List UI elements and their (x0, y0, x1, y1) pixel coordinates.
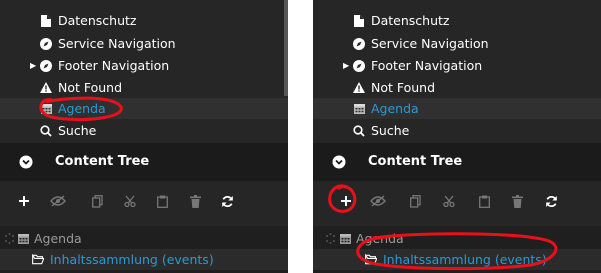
left-panel: Datenschutz Service Navigation ▶ Footer … (0, 0, 288, 273)
content-tree-title: Content Tree (55, 154, 150, 169)
tree-item-footer-navigation[interactable]: ▶ Footer Navigation (0, 55, 288, 76)
compass-icon (353, 37, 365, 50)
calendar-icon (353, 103, 365, 115)
content-node-inhaltssammlung[interactable]: Inhaltssammlung (events) (0, 249, 288, 270)
refresh-icon[interactable] (219, 193, 235, 209)
document-tree: Datenschutz Service Navigation ▶ Footer … (0, 0, 288, 143)
tree-item-suche[interactable]: Suche (313, 120, 601, 141)
copy-icon[interactable] (407, 193, 423, 209)
tree-item-suche[interactable]: Suche (0, 120, 288, 141)
calendar-icon (17, 232, 29, 244)
tree-item-service-navigation[interactable]: Service Navigation (313, 33, 601, 54)
chevron-down-icon[interactable] (332, 155, 346, 169)
refresh-icon[interactable] (543, 193, 559, 209)
delete-icon[interactable] (509, 193, 525, 209)
chevron-right-icon[interactable]: ▶ (343, 61, 349, 70)
tree-item-not-found[interactable]: Not Found (0, 77, 288, 98)
tree-item-agenda[interactable]: Agenda (313, 98, 601, 119)
compass-icon (353, 59, 365, 72)
copy-icon[interactable] (89, 193, 105, 209)
compass-icon (40, 59, 52, 72)
compass-icon (40, 37, 52, 50)
chevron-right-icon[interactable]: ▶ (30, 61, 36, 70)
file-icon (353, 14, 365, 27)
scrollbar[interactable] (284, 0, 288, 96)
content-tree: Agenda Inhaltssammlung (events) (0, 226, 288, 273)
search-icon (40, 124, 52, 137)
folder-open-icon (365, 253, 377, 265)
delete-icon[interactable] (187, 193, 203, 209)
content-tree-toolbar (313, 181, 601, 226)
tree-item-agenda[interactable]: Agenda (0, 98, 288, 119)
calendar-icon (339, 232, 351, 244)
add-icon[interactable] (16, 193, 32, 209)
cut-icon[interactable] (122, 193, 138, 209)
content-tree-header[interactable]: Content Tree (0, 143, 288, 181)
tree-item-not-found[interactable]: Not Found (313, 77, 601, 98)
tree-item-footer-navigation[interactable]: ▶ Footer Navigation (313, 55, 601, 76)
content-tree: Agenda Inhaltssammlung (events) (313, 226, 601, 273)
calendar-icon (40, 103, 52, 115)
content-node-agenda[interactable]: Agenda (313, 228, 601, 249)
warning-icon (353, 82, 365, 94)
search-icon (353, 124, 365, 137)
add-icon[interactable] (338, 193, 354, 209)
tree-item-datenschutz[interactable]: Datenschutz (313, 10, 601, 31)
paste-icon[interactable] (476, 193, 492, 209)
content-tree-header[interactable]: Content Tree (313, 143, 601, 181)
loading-icon (324, 232, 336, 244)
content-tree-toolbar (0, 181, 288, 226)
content-node-agenda[interactable]: Agenda (0, 228, 288, 249)
loading-icon (3, 232, 15, 244)
right-panel: Datenschutz Service Navigation ▶ Footer … (313, 0, 601, 273)
tree-item-service-navigation[interactable]: Service Navigation (0, 33, 288, 54)
chevron-down-icon[interactable] (19, 155, 33, 169)
hide-icon[interactable] (50, 193, 66, 209)
tree-item-datenschutz[interactable]: Datenschutz (0, 10, 288, 31)
paste-icon[interactable] (154, 193, 170, 209)
hide-icon[interactable] (370, 193, 386, 209)
cut-icon[interactable] (441, 193, 457, 209)
folder-open-icon (32, 253, 44, 265)
document-tree: Datenschutz Service Navigation ▶ Footer … (313, 0, 601, 143)
content-tree-title: Content Tree (368, 154, 463, 169)
warning-icon (40, 82, 52, 94)
file-icon (40, 14, 52, 27)
content-node-inhaltssammlung[interactable]: Inhaltssammlung (events) (313, 249, 601, 270)
